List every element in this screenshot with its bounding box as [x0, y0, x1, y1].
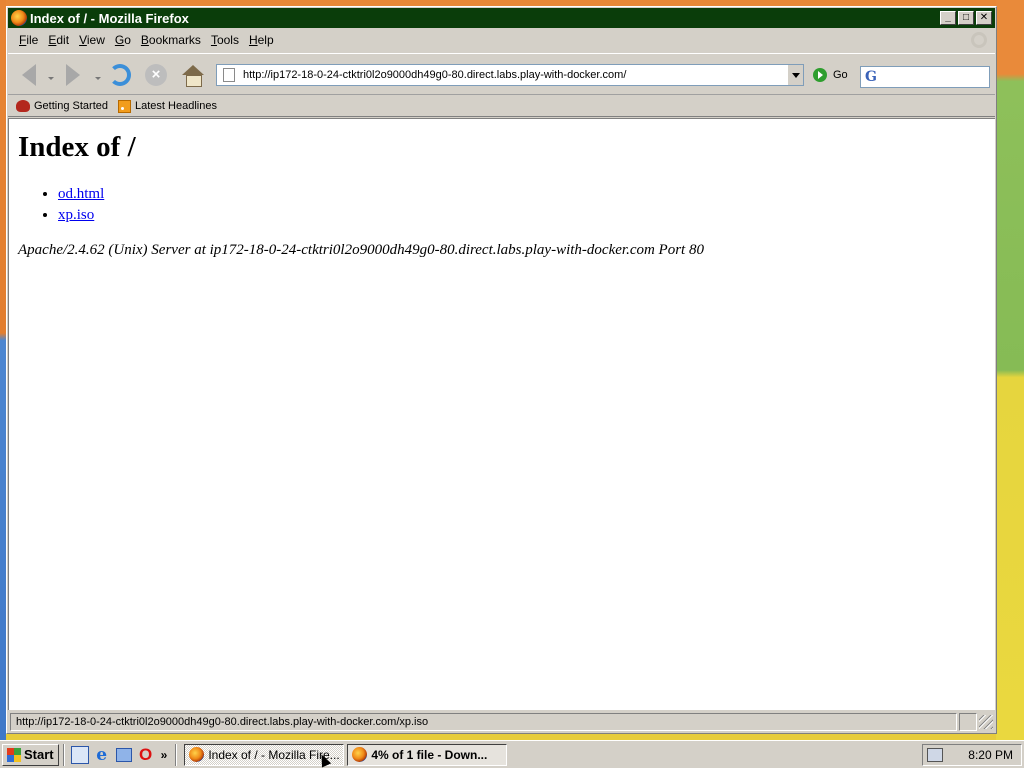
url-input[interactable]: http://ip172-18-0-24-ctktri0l2o9000dh49g… [243, 69, 787, 81]
file-list: od.html xp.iso [58, 186, 986, 224]
taskbar: Start e O » Index of / - Mozilla Fire...… [0, 740, 1024, 768]
menu-bookmarks[interactable]: Bookmarks [136, 33, 206, 47]
list-item: xp.iso [58, 207, 986, 224]
system-tray: 8:20 PM [922, 743, 1022, 766]
firefox-window: Index of / - Mozilla Firefox _ □ ✕ File … [6, 6, 997, 734]
stop-icon: × [145, 64, 167, 86]
go-button[interactable]: Go [813, 68, 848, 82]
window-title: Index of / - Mozilla Firefox [30, 10, 189, 26]
bookmark-latest-headlines[interactable]: Latest Headlines [118, 99, 223, 113]
resize-grip-icon[interactable] [979, 714, 993, 729]
start-button[interactable]: Start [2, 743, 59, 766]
menu-go[interactable]: Go [110, 33, 136, 47]
task-label: 4% of 1 file - Down... [371, 747, 488, 762]
forward-arrow-icon [66, 64, 80, 86]
forward-history-dropdown[interactable] [95, 77, 101, 80]
menu-edit[interactable]: Edit [43, 33, 74, 47]
throbber-icon [971, 32, 987, 48]
bookmark-label: Latest Headlines [135, 100, 217, 112]
menu-help[interactable]: Help [244, 33, 279, 47]
opera-icon[interactable]: O [137, 745, 155, 764]
tray-network-icon[interactable] [927, 747, 943, 762]
stop-button[interactable]: × [143, 62, 169, 88]
back-history-dropdown[interactable] [48, 77, 54, 80]
bookmarks-toolbar: Getting Started Latest Headlines [8, 96, 995, 117]
menu-bar: File Edit View Go Bookmarks Tools Help [8, 30, 995, 50]
address-bar[interactable]: http://ip172-18-0-24-ctktri0l2o9000dh49g… [216, 64, 804, 86]
window-controls: _ □ ✕ [940, 11, 992, 25]
clock[interactable]: 8:20 PM [968, 748, 1013, 762]
go-arrow-icon [813, 68, 827, 82]
title-bar[interactable]: Index of / - Mozilla Firefox _ □ ✕ [8, 8, 995, 28]
menu-tools[interactable]: Tools [206, 33, 244, 47]
firefox-icon [352, 747, 368, 762]
google-icon[interactable]: G [865, 69, 877, 85]
rss-icon [118, 99, 131, 113]
status-panel [959, 712, 977, 731]
getting-started-icon [16, 100, 30, 112]
home-icon [182, 65, 204, 87]
page-heading: Index of / [18, 131, 136, 163]
go-label: Go [833, 69, 848, 81]
network-icon[interactable] [115, 746, 133, 764]
status-bar: http://ip172-18-0-24-ctktri0l2o9000dh49g… [8, 711, 995, 732]
quick-launch-more-button[interactable]: » [161, 748, 168, 762]
status-text: http://ip172-18-0-24-ctktri0l2o9000dh49g… [10, 712, 957, 731]
list-item: od.html [58, 186, 986, 203]
menu-file[interactable]: File [14, 33, 43, 47]
firefox-icon [189, 747, 205, 762]
forward-button[interactable] [60, 62, 86, 88]
taskbar-separator [62, 743, 65, 766]
home-button[interactable] [180, 62, 206, 88]
reload-button[interactable] [107, 62, 133, 88]
minimize-button[interactable]: _ [940, 11, 956, 25]
file-link-od-html[interactable]: od.html [58, 186, 104, 202]
show-desktop-icon[interactable] [70, 745, 89, 764]
maximize-button[interactable]: □ [958, 11, 974, 25]
close-button[interactable]: ✕ [976, 11, 992, 25]
server-signature: Apache/2.4.62 (Unix) Server at ip172-18-… [18, 242, 704, 258]
start-label: Start [24, 747, 54, 762]
windows-logo-icon [7, 747, 21, 762]
back-arrow-icon [22, 64, 36, 86]
navigation-toolbar: × http://ip172-18-0-24-ctktri0l2o9000dh4… [8, 53, 995, 95]
page-content: Index of / od.html xp.iso Apache/2.4.62 … [8, 118, 995, 710]
internet-explorer-icon[interactable]: e [93, 745, 111, 765]
firefox-icon [11, 10, 27, 26]
back-button[interactable] [16, 62, 42, 88]
taskbar-separator [175, 743, 178, 766]
reload-icon [109, 64, 131, 86]
desktop-background-right [996, 0, 1024, 740]
file-link-xp-iso[interactable]: xp.iso [58, 207, 94, 223]
task-button-download-window[interactable]: 4% of 1 file - Down... [347, 743, 508, 766]
bookmark-label: Getting Started [34, 100, 108, 112]
menu-view[interactable]: View [74, 33, 110, 47]
search-input[interactable]: G [860, 66, 990, 88]
bookmark-getting-started[interactable]: Getting Started [16, 100, 114, 112]
page-icon [223, 68, 235, 82]
url-history-dropdown[interactable] [787, 65, 803, 85]
